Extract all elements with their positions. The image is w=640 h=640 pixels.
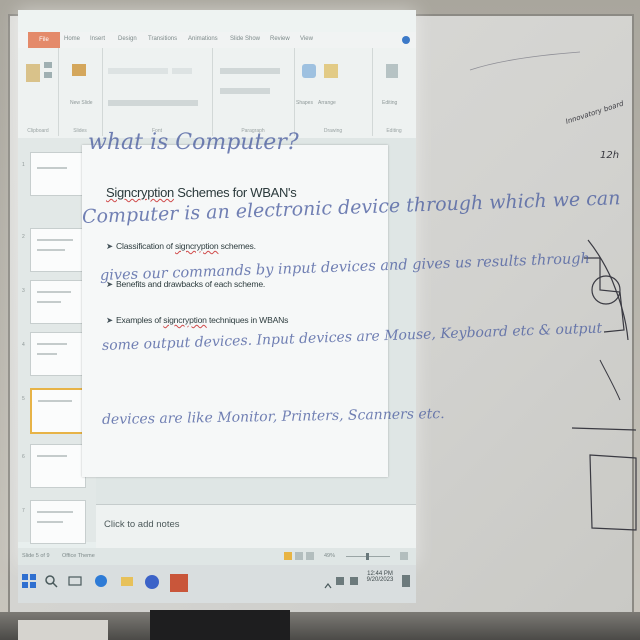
handwriting-line-1: what is Computer? — [88, 130, 299, 155]
whiteboard-drawings — [469, 51, 637, 531]
side-note-2: 12h — [600, 150, 620, 161]
